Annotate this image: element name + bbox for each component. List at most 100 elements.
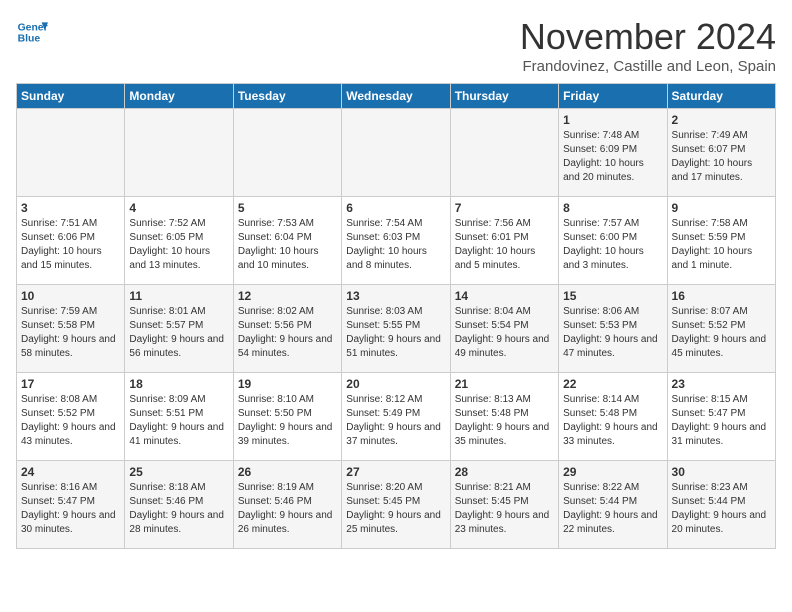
day-info: Sunrise: 8:14 AM Sunset: 5:48 PM Dayligh… bbox=[563, 393, 662, 449]
calendar-cell: 23Sunrise: 8:15 AM Sunset: 5:47 PM Dayli… bbox=[667, 373, 775, 461]
weekday-header-thursday: Thursday bbox=[450, 84, 558, 109]
day-info: Sunrise: 7:49 AM Sunset: 6:07 PM Dayligh… bbox=[672, 129, 771, 185]
calendar-cell: 3Sunrise: 7:51 AM Sunset: 6:06 PM Daylig… bbox=[17, 197, 125, 285]
day-info: Sunrise: 8:23 AM Sunset: 5:44 PM Dayligh… bbox=[672, 481, 771, 537]
day-info: Sunrise: 8:04 AM Sunset: 5:54 PM Dayligh… bbox=[455, 305, 554, 361]
day-number: 18 bbox=[129, 377, 228, 391]
calendar-cell: 7 Sunrise: 7:56 AM Sunset: 6:01 PM Daylig… bbox=[450, 197, 558, 285]
calendar-cell: 17Sunrise: 8:08 AM Sunset: 5:52 PM Dayli… bbox=[17, 373, 125, 461]
calendar-week-2: 10Sunrise: 7:59 AM Sunset: 5:58 PM Dayli… bbox=[17, 285, 776, 373]
calendar-cell: 14 Sunrise: 8:04 AM Sunset: 5:54 PM Dayli… bbox=[450, 285, 558, 373]
calendar-cell: 26 Sunrise: 8:19 AM Sunset: 5:46 PM Dayli… bbox=[233, 461, 341, 549]
calendar-week-3: 17Sunrise: 8:08 AM Sunset: 5:52 PM Dayli… bbox=[17, 373, 776, 461]
page-header: General Blue November 2024 Frandovinez, … bbox=[16, 16, 776, 75]
calendar-cell: 29 Sunrise: 8:22 AM Sunset: 5:44 PM Dayli… bbox=[559, 461, 667, 549]
calendar-cell bbox=[233, 109, 341, 197]
calendar-week-4: 24 Sunrise: 8:16 AM Sunset: 5:47 PM Dayli… bbox=[17, 461, 776, 549]
calendar-body: 1Sunrise: 7:48 AM Sunset: 6:09 PM Daylig… bbox=[17, 109, 776, 549]
weekday-row: SundayMondayTuesdayWednesdayThursdayFrid… bbox=[17, 84, 776, 109]
calendar-cell bbox=[17, 109, 125, 197]
day-info: Sunrise: 8:10 AM Sunset: 5:50 PM Dayligh… bbox=[238, 393, 337, 449]
calendar-cell: 4 Sunrise: 7:52 AM Sunset: 6:05 PM Daylig… bbox=[125, 197, 233, 285]
day-number: 3 bbox=[21, 201, 120, 215]
day-info: Sunrise: 7:56 AM Sunset: 6:01 PM Dayligh… bbox=[455, 217, 554, 273]
day-number: 7 bbox=[455, 201, 554, 215]
day-number: 22 bbox=[563, 377, 662, 391]
weekday-header-tuesday: Tuesday bbox=[233, 84, 341, 109]
calendar-cell: 19 Sunrise: 8:10 AM Sunset: 5:50 PM Dayli… bbox=[233, 373, 341, 461]
title-block: November 2024 Frandovinez, Castille and … bbox=[520, 16, 776, 75]
day-info: Sunrise: 7:54 AM Sunset: 6:03 PM Dayligh… bbox=[346, 217, 445, 273]
day-number: 20 bbox=[346, 377, 445, 391]
day-number: 6 bbox=[346, 201, 445, 215]
calendar-cell: 1Sunrise: 7:48 AM Sunset: 6:09 PM Daylig… bbox=[559, 109, 667, 197]
day-number: 29 bbox=[563, 465, 662, 479]
calendar-cell: 27 Sunrise: 8:20 AM Sunset: 5:45 PM Dayli… bbox=[342, 461, 450, 549]
day-number: 26 bbox=[238, 465, 337, 479]
day-info: Sunrise: 7:52 AM Sunset: 6:05 PM Dayligh… bbox=[129, 217, 228, 273]
calendar-cell: 21Sunrise: 8:13 AM Sunset: 5:48 PM Dayli… bbox=[450, 373, 558, 461]
weekday-header-wednesday: Wednesday bbox=[342, 84, 450, 109]
calendar-cell bbox=[450, 109, 558, 197]
day-number: 5 bbox=[238, 201, 337, 215]
calendar-cell: 8Sunrise: 7:57 AM Sunset: 6:00 PM Daylig… bbox=[559, 197, 667, 285]
calendar-cell: 15Sunrise: 8:06 AM Sunset: 5:53 PM Dayli… bbox=[559, 285, 667, 373]
calendar-table: SundayMondayTuesdayWednesdayThursdayFrid… bbox=[16, 83, 776, 549]
month-title: November 2024 bbox=[520, 16, 776, 58]
calendar-cell: 18Sunrise: 8:09 AM Sunset: 5:51 PM Dayli… bbox=[125, 373, 233, 461]
day-number: 17 bbox=[21, 377, 120, 391]
calendar-cell bbox=[342, 109, 450, 197]
day-number: 10 bbox=[21, 289, 120, 303]
day-number: 19 bbox=[238, 377, 337, 391]
calendar-cell: 24 Sunrise: 8:16 AM Sunset: 5:47 PM Dayli… bbox=[17, 461, 125, 549]
logo: General Blue bbox=[16, 16, 48, 48]
calendar-cell: 30 Sunrise: 8:23 AM Sunset: 5:44 PM Dayli… bbox=[667, 461, 775, 549]
day-info: Sunrise: 8:19 AM Sunset: 5:46 PM Dayligh… bbox=[238, 481, 337, 537]
day-number: 30 bbox=[672, 465, 771, 479]
calendar-cell: 5Sunrise: 7:53 AM Sunset: 6:04 PM Daylig… bbox=[233, 197, 341, 285]
day-info: Sunrise: 8:16 AM Sunset: 5:47 PM Dayligh… bbox=[21, 481, 120, 537]
weekday-header-sunday: Sunday bbox=[17, 84, 125, 109]
day-info: Sunrise: 8:01 AM Sunset: 5:57 PM Dayligh… bbox=[129, 305, 228, 361]
day-info: Sunrise: 8:22 AM Sunset: 5:44 PM Dayligh… bbox=[563, 481, 662, 537]
svg-text:Blue: Blue bbox=[18, 34, 41, 45]
calendar-cell: 12Sunrise: 8:02 AM Sunset: 5:56 PM Dayli… bbox=[233, 285, 341, 373]
calendar-cell: 11Sunrise: 8:01 AM Sunset: 5:57 PM Dayli… bbox=[125, 285, 233, 373]
day-number: 27 bbox=[346, 465, 445, 479]
calendar-cell: 25 Sunrise: 8:18 AM Sunset: 5:46 PM Dayli… bbox=[125, 461, 233, 549]
day-number: 2 bbox=[672, 113, 771, 127]
day-number: 24 bbox=[21, 465, 120, 479]
logo-icon: General Blue bbox=[16, 16, 48, 48]
day-info: Sunrise: 8:20 AM Sunset: 5:45 PM Dayligh… bbox=[346, 481, 445, 537]
calendar-cell: 6 Sunrise: 7:54 AM Sunset: 6:03 PM Daylig… bbox=[342, 197, 450, 285]
calendar-week-1: 3Sunrise: 7:51 AM Sunset: 6:06 PM Daylig… bbox=[17, 197, 776, 285]
day-info: Sunrise: 8:18 AM Sunset: 5:46 PM Dayligh… bbox=[129, 481, 228, 537]
day-info: Sunrise: 7:48 AM Sunset: 6:09 PM Dayligh… bbox=[563, 129, 662, 185]
day-info: Sunrise: 8:07 AM Sunset: 5:52 PM Dayligh… bbox=[672, 305, 771, 361]
day-info: Sunrise: 8:21 AM Sunset: 5:45 PM Dayligh… bbox=[455, 481, 554, 537]
day-number: 25 bbox=[129, 465, 228, 479]
calendar-cell: 2 Sunrise: 7:49 AM Sunset: 6:07 PM Daylig… bbox=[667, 109, 775, 197]
calendar-cell: 22 Sunrise: 8:14 AM Sunset: 5:48 PM Dayli… bbox=[559, 373, 667, 461]
day-number: 8 bbox=[563, 201, 662, 215]
day-number: 16 bbox=[672, 289, 771, 303]
calendar-cell: 20 Sunrise: 8:12 AM Sunset: 5:49 PM Dayli… bbox=[342, 373, 450, 461]
day-info: Sunrise: 8:12 AM Sunset: 5:49 PM Dayligh… bbox=[346, 393, 445, 449]
calendar-cell: 10Sunrise: 7:59 AM Sunset: 5:58 PM Dayli… bbox=[17, 285, 125, 373]
weekday-header-friday: Friday bbox=[559, 84, 667, 109]
day-number: 4 bbox=[129, 201, 228, 215]
weekday-header-saturday: Saturday bbox=[667, 84, 775, 109]
calendar-cell bbox=[125, 109, 233, 197]
day-number: 14 bbox=[455, 289, 554, 303]
day-info: Sunrise: 8:03 AM Sunset: 5:55 PM Dayligh… bbox=[346, 305, 445, 361]
day-info: Sunrise: 8:13 AM Sunset: 5:48 PM Dayligh… bbox=[455, 393, 554, 449]
day-info: Sunrise: 7:58 AM Sunset: 5:59 PM Dayligh… bbox=[672, 217, 771, 273]
calendar-cell: 16 Sunrise: 8:07 AM Sunset: 5:52 PM Dayli… bbox=[667, 285, 775, 373]
day-number: 15 bbox=[563, 289, 662, 303]
calendar-cell: 13Sunrise: 8:03 AM Sunset: 5:55 PM Dayli… bbox=[342, 285, 450, 373]
day-number: 9 bbox=[672, 201, 771, 215]
calendar-cell: 28Sunrise: 8:21 AM Sunset: 5:45 PM Dayli… bbox=[450, 461, 558, 549]
calendar-week-0: 1Sunrise: 7:48 AM Sunset: 6:09 PM Daylig… bbox=[17, 109, 776, 197]
weekday-header-monday: Monday bbox=[125, 84, 233, 109]
calendar-cell: 9 Sunrise: 7:58 AM Sunset: 5:59 PM Daylig… bbox=[667, 197, 775, 285]
